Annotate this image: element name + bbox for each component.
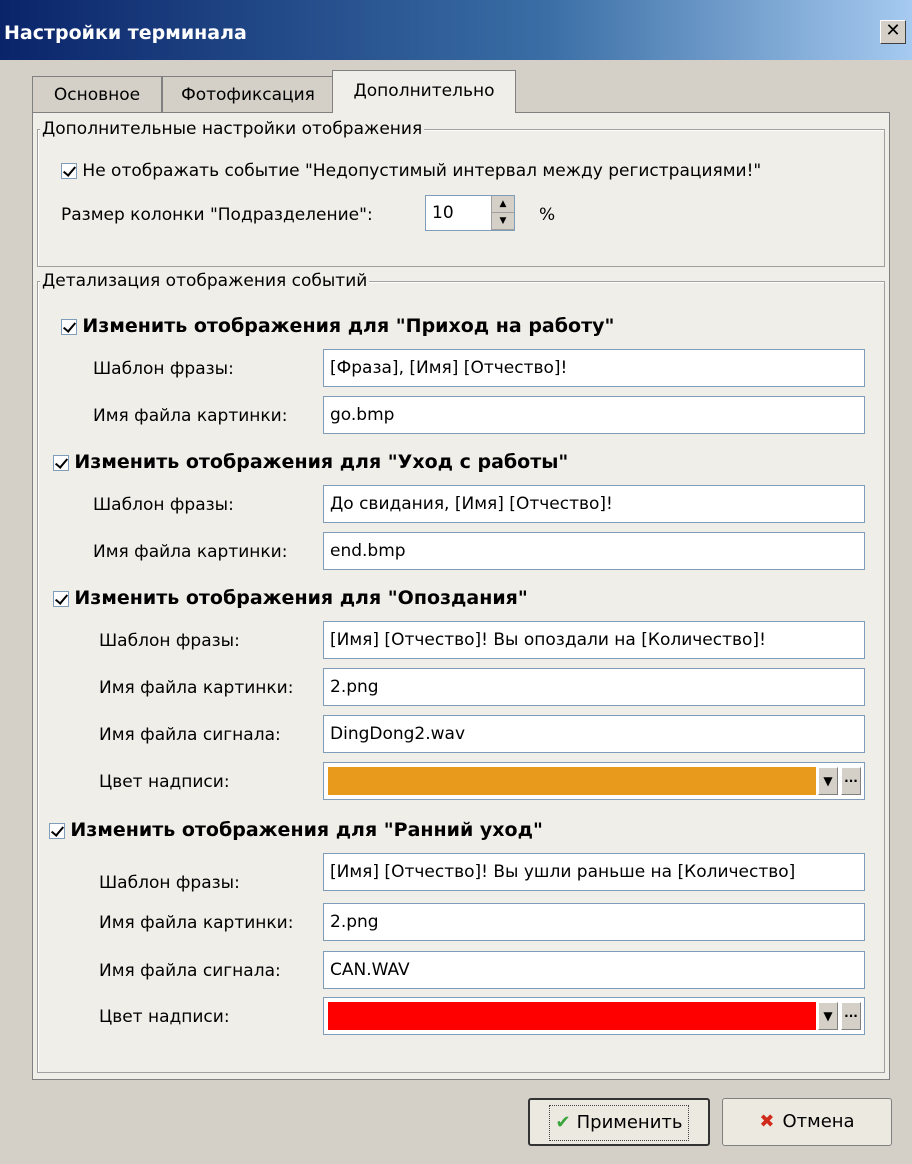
spinner-buttons[interactable]: ▲ ▼ bbox=[491, 196, 514, 230]
cross-icon: ✖ bbox=[759, 1111, 775, 1132]
late-sound-label: Имя файла сигнала: bbox=[99, 725, 281, 745]
tab-photo[interactable]: Фотофиксация bbox=[162, 76, 334, 112]
hide-interval-event-label: Не отображать событие "Недопустимый инте… bbox=[82, 161, 762, 181]
early-leave-color-label: Цвет надписи: bbox=[99, 1007, 230, 1027]
late-phrase-input[interactable]: [Имя] [Отчество]! Вы опоздали на [Количе… bbox=[323, 621, 865, 659]
late-image-input[interactable]: 2.png bbox=[323, 668, 865, 706]
early-leave-image-label: Имя файла картинки: bbox=[99, 913, 294, 933]
early-leave-color-picker[interactable]: ▼ ··· bbox=[323, 997, 865, 1035]
late-color-swatch bbox=[328, 767, 816, 795]
late-image-label: Имя файла картинки: bbox=[99, 678, 294, 698]
departure-phrase-label: Шаблон фразы: bbox=[93, 495, 234, 515]
ellipsis-icon[interactable]: ··· bbox=[841, 1002, 861, 1030]
events-detail-legend: Детализация отображения событий bbox=[40, 271, 370, 291]
ellipsis-icon[interactable]: ··· bbox=[841, 767, 861, 795]
late-section-header[interactable]: Изменить отображения для "Опоздания" bbox=[53, 587, 528, 609]
hide-interval-event-row[interactable]: Не отображать событие "Недопустимый инте… bbox=[61, 161, 761, 181]
early-leave-checkbox[interactable] bbox=[49, 823, 65, 839]
apply-button[interactable]: ✔ Применить bbox=[528, 1098, 710, 1146]
late-phrase-label: Шаблон фразы: bbox=[99, 631, 240, 651]
departure-image-input[interactable]: end.bmp bbox=[323, 532, 865, 570]
departure-title: Изменить отображения для "Уход с работы" bbox=[74, 451, 569, 473]
arrival-image-label: Имя файла картинки: bbox=[93, 406, 288, 426]
chevron-down-icon[interactable]: ▼ bbox=[818, 1002, 838, 1030]
tab-panel-additional: Дополнительные настройки отображения Не … bbox=[32, 112, 890, 1080]
tab-additional[interactable]: Дополнительно bbox=[332, 70, 516, 113]
column-size-spinner[interactable]: 10 ▲ ▼ bbox=[425, 195, 515, 231]
early-leave-sound-input[interactable]: CAN.WAV bbox=[323, 951, 865, 989]
column-size-unit: % bbox=[539, 205, 556, 225]
early-leave-sound-label: Имя файла сигнала: bbox=[99, 961, 281, 981]
late-color-picker[interactable]: ▼ ··· bbox=[323, 762, 865, 800]
early-leave-image-input[interactable]: 2.png bbox=[323, 903, 865, 941]
tab-main[interactable]: Основное bbox=[32, 76, 162, 112]
cancel-button-label: Отмена bbox=[782, 1111, 855, 1132]
column-size-value: 10 bbox=[432, 203, 454, 223]
early-leave-title: Изменить отображения для "Ранний уход" bbox=[70, 819, 543, 841]
apply-button-label: Применить bbox=[576, 1112, 683, 1133]
late-checkbox[interactable] bbox=[53, 591, 69, 607]
spin-up-icon[interactable]: ▲ bbox=[492, 196, 514, 213]
display-settings-legend: Дополнительные настройки отображения bbox=[40, 119, 425, 139]
arrival-section-header[interactable]: Изменить отображения для "Приход на рабо… bbox=[61, 315, 614, 337]
arrival-phrase-label: Шаблон фразы: bbox=[93, 359, 234, 379]
apply-button-focus: ✔ Применить bbox=[548, 1105, 690, 1141]
late-color-label: Цвет надписи: bbox=[99, 772, 230, 792]
late-title: Изменить отображения для "Опоздания" bbox=[74, 587, 528, 609]
checkmark-icon: ✔ bbox=[555, 1112, 571, 1133]
title-bar: Настройки терминала ✕ bbox=[0, 0, 912, 60]
arrival-image-input[interactable]: go.bmp bbox=[323, 396, 865, 434]
arrival-phrase-input[interactable]: [Фраза], [Имя] [Отчество]! bbox=[323, 349, 865, 387]
arrival-checkbox[interactable] bbox=[61, 319, 77, 335]
early-leave-phrase-label: Шаблон фразы: bbox=[99, 873, 240, 893]
late-sound-input[interactable]: DingDong2.wav bbox=[323, 715, 865, 753]
chevron-down-icon[interactable]: ▼ bbox=[818, 767, 838, 795]
cancel-button[interactable]: ✖ Отмена bbox=[722, 1098, 892, 1146]
early-leave-color-swatch bbox=[328, 1002, 816, 1030]
arrival-title: Изменить отображения для "Приход на рабо… bbox=[82, 315, 615, 337]
spin-down-icon[interactable]: ▼ bbox=[492, 213, 514, 230]
departure-section-header[interactable]: Изменить отображения для "Уход с работы" bbox=[53, 451, 568, 473]
departure-checkbox[interactable] bbox=[53, 455, 69, 471]
departure-image-label: Имя файла картинки: bbox=[93, 542, 288, 562]
early-leave-phrase-input[interactable]: [Имя] [Отчество]! Вы ушли раньше на [Кол… bbox=[323, 853, 865, 891]
departure-phrase-input[interactable]: До свидания, [Имя] [Отчество]! bbox=[323, 485, 865, 523]
window-title: Настройки терминала bbox=[4, 22, 247, 44]
close-button[interactable]: ✕ bbox=[880, 20, 906, 44]
hide-interval-event-checkbox[interactable] bbox=[61, 163, 77, 179]
column-size-label: Размер колонки "Подразделение": bbox=[61, 205, 373, 225]
display-settings-group: Дополнительные настройки отображения bbox=[37, 119, 885, 267]
early-leave-section-header[interactable]: Изменить отображения для "Ранний уход" bbox=[49, 819, 543, 841]
